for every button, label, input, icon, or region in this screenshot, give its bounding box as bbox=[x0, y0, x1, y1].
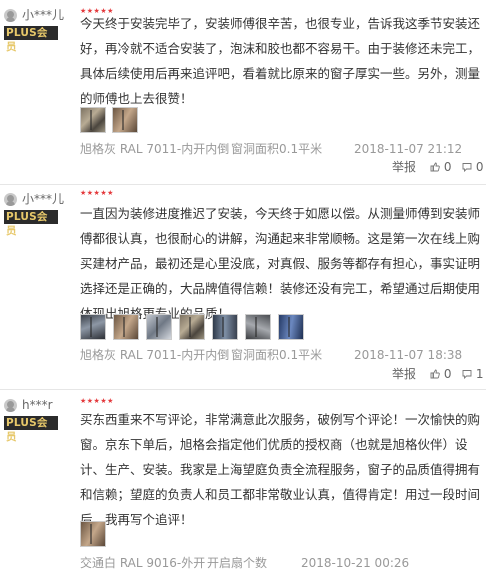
review-item: 小***儿 PLUS会员 ★★★★★ 一直因为装修进度推迟了安装，今天终于如愿以… bbox=[0, 186, 486, 390]
reply-button[interactable]: 0 bbox=[462, 160, 483, 174]
product-variant: 交通白 RAL 9016-外开 bbox=[80, 556, 206, 570]
plus-member-badge: PLUS会员 bbox=[4, 416, 58, 443]
thumbnail-image[interactable] bbox=[245, 314, 271, 340]
thumbnail-image[interactable] bbox=[112, 107, 138, 133]
product-variant: 旭格灰 RAL 7011-内开内倒 bbox=[80, 348, 230, 362]
like-count: 0 bbox=[443, 160, 452, 174]
comment-icon bbox=[462, 370, 472, 379]
username[interactable]: 小***儿 bbox=[22, 8, 64, 22]
review-content: 一直因为装修进度推迟了安装，今天终于如愿以偿。从测量师傅到安装师傅都很认真，也很… bbox=[80, 206, 481, 321]
review-item: 小***儿 PLUS会员 ★★★★★ 今天终于安装完毕了，安装师傅很辛苦，也很专… bbox=[0, 0, 486, 186]
report-link[interactable]: 举报 bbox=[392, 367, 416, 381]
thumbnail-image[interactable] bbox=[278, 314, 304, 340]
product-spec: 窗洞面积0.1平米 bbox=[231, 142, 323, 156]
like-button[interactable]: 0 bbox=[430, 160, 451, 174]
plus-member-badge: PLUS会员 bbox=[4, 26, 58, 53]
thumbnail-image[interactable] bbox=[212, 314, 238, 340]
thumbnail-image[interactable] bbox=[146, 314, 172, 340]
report-link[interactable]: 举报 bbox=[392, 160, 416, 174]
thumbnail-image[interactable] bbox=[113, 314, 139, 340]
thumbnail-image[interactable] bbox=[179, 314, 205, 340]
reply-count: 1 bbox=[475, 367, 484, 381]
thumbs-up-icon bbox=[430, 369, 440, 379]
thumbnail-image[interactable] bbox=[80, 521, 106, 547]
divider bbox=[0, 184, 486, 185]
review-date: 2018-11-07 21:12 bbox=[354, 142, 463, 156]
product-spec: 开启扇个数 bbox=[207, 556, 268, 570]
product-spec: 窗洞面积0.1平米 bbox=[231, 348, 323, 362]
reply-button[interactable]: 1 bbox=[462, 367, 483, 381]
plus-member-badge: PLUS会员 bbox=[4, 210, 58, 237]
review-content: 买东西重来不写评论，非常满意此次服务，破例写个评论！一次愉快的购窗。京东下单后，… bbox=[80, 412, 481, 527]
review-content: 今天终于安装完毕了，安装师傅很辛苦，也很专业，告诉我这季节安装还好，再冷就不适合… bbox=[80, 16, 481, 106]
review-date: 2018-11-07 18:38 bbox=[354, 348, 463, 362]
comment-icon bbox=[462, 163, 472, 172]
review-item: h***r PLUS会员 ★★★★★ 买东西重来不写评论，非常满意此次服务，破例… bbox=[0, 390, 486, 572]
avatar[interactable] bbox=[4, 399, 17, 412]
avatar[interactable] bbox=[4, 193, 17, 206]
username[interactable]: h***r bbox=[22, 398, 53, 412]
like-count: 0 bbox=[443, 367, 452, 381]
reply-count: 0 bbox=[475, 160, 484, 174]
product-variant: 旭格灰 RAL 7011-内开内倒 bbox=[80, 142, 230, 156]
thumbs-up-icon bbox=[430, 162, 440, 172]
star-rating: ★★★★★ bbox=[80, 397, 114, 405]
like-button[interactable]: 0 bbox=[430, 367, 451, 381]
username[interactable]: 小***儿 bbox=[22, 192, 64, 206]
star-rating: ★★★★★ bbox=[80, 189, 114, 197]
review-date: 2018-10-21 00:26 bbox=[301, 556, 410, 570]
thumbnail-image[interactable] bbox=[80, 314, 106, 340]
thumbnail-image[interactable] bbox=[80, 107, 106, 133]
avatar[interactable] bbox=[4, 9, 17, 22]
